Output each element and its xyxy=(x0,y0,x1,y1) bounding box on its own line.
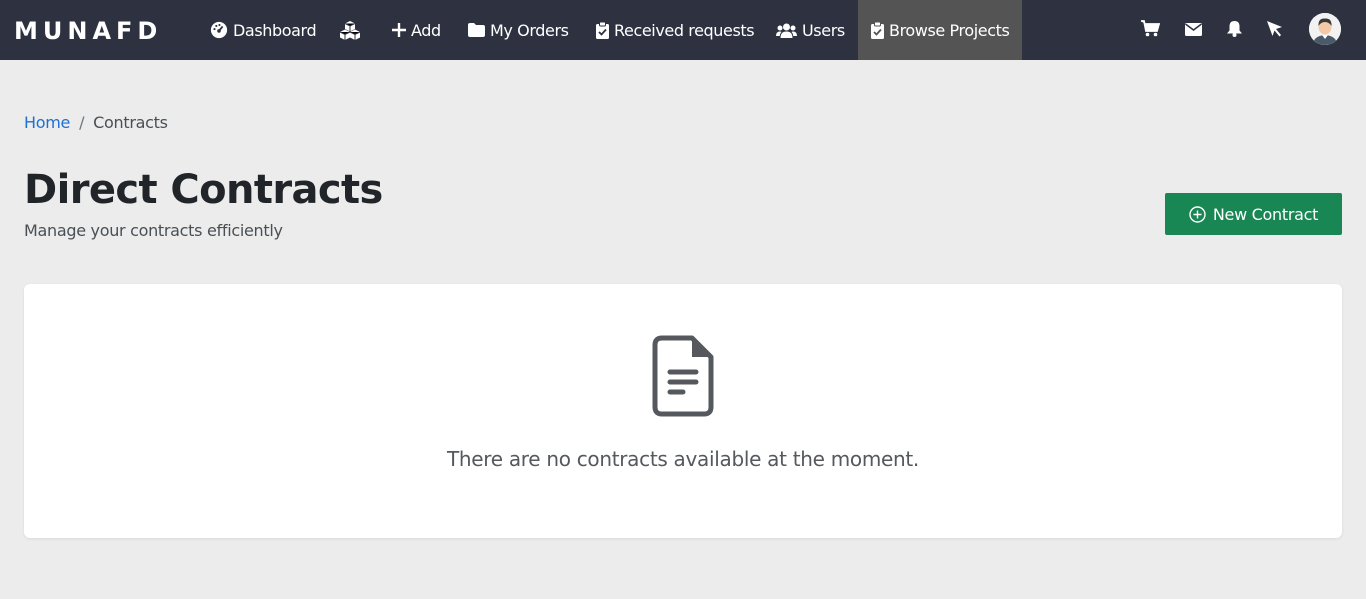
nav-dashboard-label: Dashboard xyxy=(233,20,317,40)
page-subtitle: Manage your contracts efficiently xyxy=(24,221,283,240)
page-title: Direct Contracts xyxy=(24,167,383,213)
new-contract-label: New Contract xyxy=(1212,204,1319,224)
nav-add[interactable]: Add xyxy=(392,0,441,60)
cart-button[interactable] xyxy=(1138,0,1162,60)
cart-icon xyxy=(1140,19,1160,41)
nav-my-orders[interactable]: My Orders xyxy=(468,0,569,60)
contracts-empty-card: There are no contracts available at the … xyxy=(24,284,1342,538)
messages-button[interactable] xyxy=(1181,0,1205,60)
breadcrumb-separator: / xyxy=(79,113,85,132)
brand-logo[interactable]: MUNAFD xyxy=(14,17,162,45)
document-icon xyxy=(652,335,714,421)
nav-received-requests[interactable]: Received requests xyxy=(596,0,755,60)
notifications-button[interactable] xyxy=(1222,0,1246,60)
breadcrumb-current: Contracts xyxy=(93,113,168,132)
nav-received-requests-label: Received requests xyxy=(614,20,755,40)
user-avatar-icon xyxy=(1309,13,1341,45)
clipboard-check-icon xyxy=(871,21,884,39)
cursor-icon xyxy=(1266,20,1283,41)
empty-state-message: There are no contracts available at the … xyxy=(446,447,919,471)
gauge-icon xyxy=(210,21,228,39)
nav-users-label: Users xyxy=(802,20,845,40)
nav-services[interactable] xyxy=(339,0,366,60)
nav-add-label: Add xyxy=(411,20,441,40)
cubes-icon xyxy=(339,20,361,40)
plus-circle-icon xyxy=(1189,205,1206,223)
bell-icon xyxy=(1226,20,1242,41)
breadcrumb: Home / Contracts xyxy=(24,113,168,133)
users-icon xyxy=(776,23,797,38)
avatar[interactable] xyxy=(1309,13,1341,45)
breadcrumb-home-link[interactable]: Home xyxy=(24,113,70,133)
folder-icon xyxy=(468,23,485,37)
nav-browse-projects[interactable]: Browse Projects xyxy=(858,0,1022,60)
pointer-button[interactable] xyxy=(1262,0,1286,60)
nav-users[interactable]: Users xyxy=(776,0,845,60)
plus-icon xyxy=(392,23,406,37)
envelope-icon xyxy=(1184,21,1202,40)
nav-browse-projects-label: Browse Projects xyxy=(889,20,1010,40)
top-navbar: MUNAFD Dashboard Add My Orders Received … xyxy=(0,0,1366,60)
nav-dashboard[interactable]: Dashboard xyxy=(210,0,317,60)
clipboard-check-icon xyxy=(596,21,609,39)
nav-my-orders-label: My Orders xyxy=(490,20,569,40)
new-contract-button[interactable]: New Contract xyxy=(1165,193,1342,235)
